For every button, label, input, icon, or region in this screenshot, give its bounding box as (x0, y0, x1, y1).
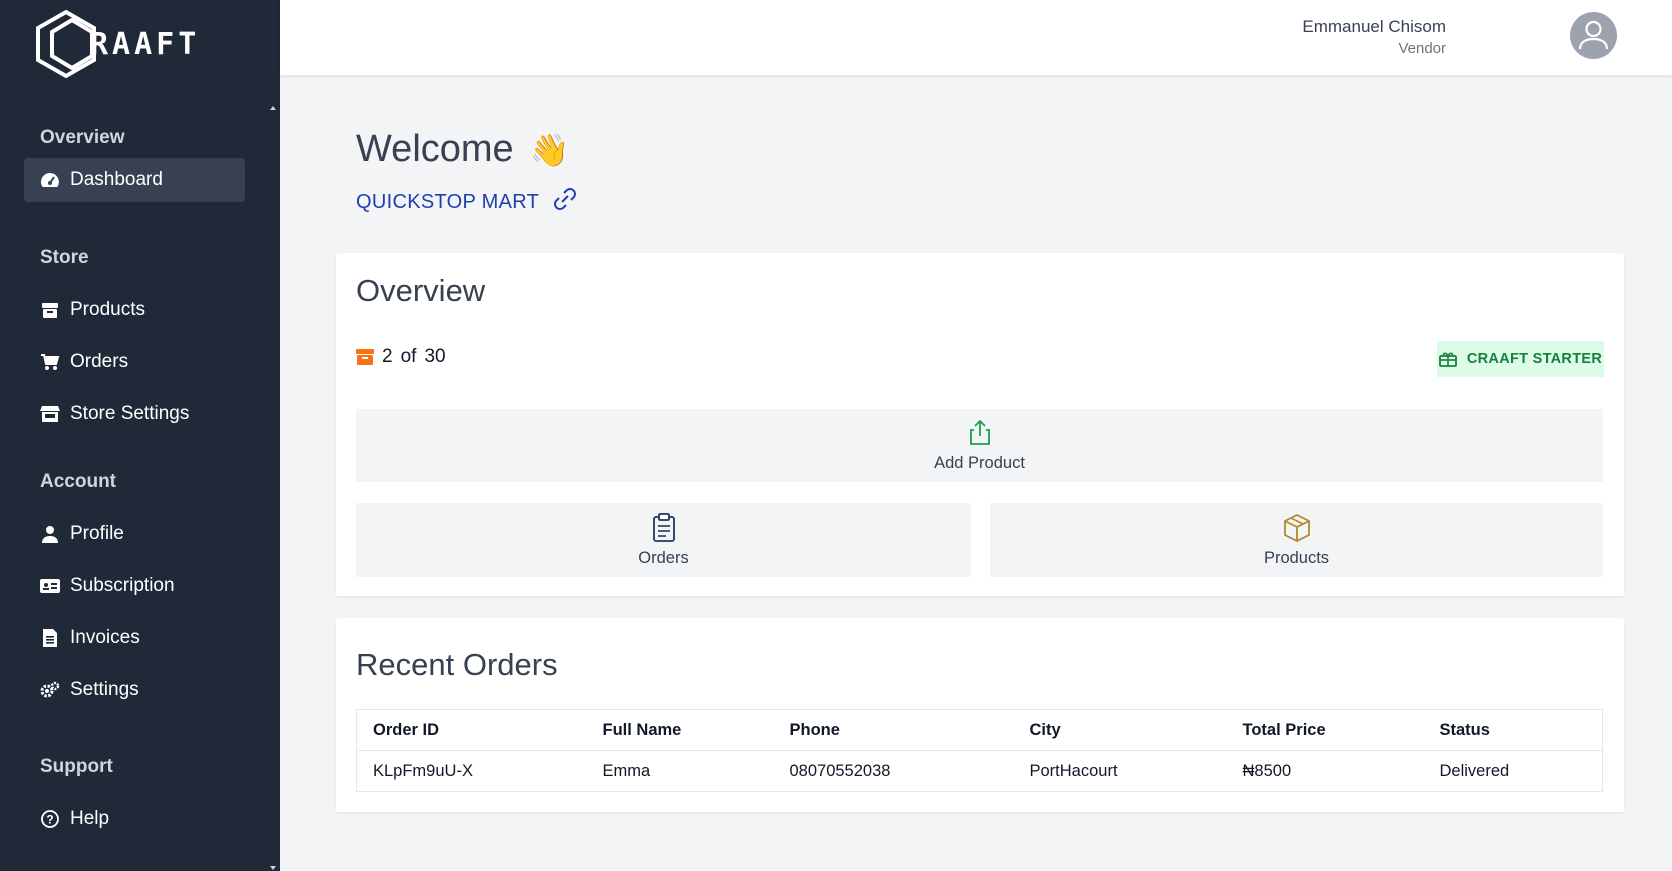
product-count: 2 of 30 (356, 346, 454, 368)
store-link[interactable]: QUICKSTOP MART (356, 185, 579, 219)
user-avatar-icon (1578, 20, 1609, 50)
upload-icon (969, 419, 990, 445)
top-header: Emmanuel Chisom Vendor (280, 0, 1672, 75)
cell-total-price: ₦8500 (1242, 761, 1292, 780)
brand-name: RAAFT (90, 26, 201, 62)
table-header-row: Order ID Full Name Phone City Total Pric… (356, 709, 1603, 751)
cell-phone: 08070552038 (789, 761, 891, 780)
id-card-icon (40, 576, 60, 596)
cart-icon (40, 352, 60, 372)
sidebar-item-invoices[interactable]: Invoices (24, 616, 245, 660)
overview-card: Overview 2 of 30 CRAAFT STARTER Add Prod… (336, 253, 1624, 596)
store-icon (40, 404, 60, 424)
column-header-total-price[interactable]: Total Price (1226, 709, 1424, 751)
sidebar-item-products[interactable]: Products (24, 288, 245, 332)
sidebar-section-support: Support (40, 756, 113, 777)
column-header-phone[interactable]: Phone (773, 709, 1014, 751)
sidebar-scroll-down-icon[interactable] (270, 866, 276, 870)
box-icon (40, 300, 60, 320)
sidebar-item-label: Profile (70, 523, 124, 544)
column-header-status[interactable]: Status (1423, 709, 1603, 751)
sidebar-item-label: Products (70, 299, 145, 320)
orders-tile-label: Orders (638, 548, 689, 567)
invoice-icon (40, 628, 60, 648)
sidebar-item-label: Settings (70, 679, 139, 700)
plan-badge: CRAAFT STARTER (1437, 341, 1604, 377)
plan-name: CRAAFT STARTER (1466, 351, 1603, 367)
cell-order-id: KLpFm9uU-X (373, 761, 473, 780)
cell-city: PortHacourt (1029, 761, 1118, 780)
help-icon: ? (40, 809, 60, 829)
product-limit-value: 30 (424, 346, 446, 367)
overview-title: Overview (356, 273, 486, 308)
waving-hand-emoji: 👋 (529, 131, 570, 168)
sidebar-section-store: Store (40, 247, 89, 268)
product-count-value: 2 (382, 346, 393, 367)
sidebar-section-account: Account (40, 471, 116, 492)
column-header-order-id[interactable]: Order ID (356, 709, 587, 751)
gift-icon (1438, 351, 1457, 367)
cell-full-name: Emma (602, 761, 651, 780)
sidebar-item-label: Orders (70, 351, 129, 372)
sidebar-item-orders[interactable]: Orders (24, 340, 245, 384)
sidebar-scroll-up-icon[interactable] (270, 106, 276, 110)
user-role: Vendor (1398, 40, 1446, 57)
avatar[interactable] (1570, 12, 1617, 59)
gears-icon (40, 680, 60, 700)
gauge-icon (40, 170, 60, 190)
add-product-button[interactable]: Add Product (356, 409, 1603, 482)
products-tile-label: Products (1263, 548, 1330, 567)
product-count-of: of (400, 346, 417, 367)
clipboard-icon (652, 512, 675, 542)
sidebar-item-profile[interactable]: Profile (24, 512, 245, 556)
add-product-label: Add Product (934, 454, 1025, 472)
box-count-icon (356, 349, 374, 365)
sidebar-item-dashboard[interactable]: Dashboard (24, 158, 245, 202)
sidebar: RAAFT Overview Dashboard Store Products … (0, 0, 280, 871)
recent-orders-title: Recent Orders (356, 647, 558, 682)
products-tile-button[interactable]: Products (990, 503, 1603, 577)
page-title: Welcome 👋 (356, 128, 570, 171)
column-header-city[interactable]: City (1013, 709, 1227, 751)
sidebar-item-label: Subscription (70, 575, 175, 596)
brand-logo[interactable]: RAAFT (34, 8, 200, 80)
table-row[interactable]: KLpFm9uU-X Emma 08070552038 PortHacourt … (357, 751, 1603, 792)
column-header-full-name[interactable]: Full Name (586, 709, 774, 751)
link-icon[interactable] (551, 185, 579, 219)
sidebar-item-label: Store Settings (70, 403, 190, 424)
recent-orders-card: Recent Orders Order ID Full Name Phone C… (336, 618, 1624, 812)
sidebar-item-settings[interactable]: Settings (24, 668, 245, 712)
welcome-text: Welcome (356, 128, 514, 170)
sidebar-section-overview: Overview (40, 127, 125, 148)
sidebar-item-store-settings[interactable]: Store Settings (24, 392, 245, 436)
recent-orders-table: Order ID Full Name Phone City Total Pric… (356, 709, 1603, 792)
hexagon-logo-icon (36, 9, 96, 79)
cell-status: Delivered (1439, 761, 1510, 780)
cube-icon (1283, 513, 1310, 542)
orders-tile-button[interactable]: Orders (356, 503, 971, 577)
sidebar-item-label: Dashboard (70, 169, 163, 190)
sidebar-item-label: Help (70, 808, 110, 829)
user-name: Emmanuel Chisom (1302, 17, 1446, 36)
user-icon (40, 524, 60, 544)
svg-text:?: ? (46, 813, 53, 827)
store-name: QUICKSTOP MART (356, 190, 540, 213)
sidebar-item-label: Invoices (70, 627, 140, 648)
sidebar-item-help[interactable]: ? Help (24, 797, 245, 841)
sidebar-item-subscription[interactable]: Subscription (24, 564, 245, 608)
